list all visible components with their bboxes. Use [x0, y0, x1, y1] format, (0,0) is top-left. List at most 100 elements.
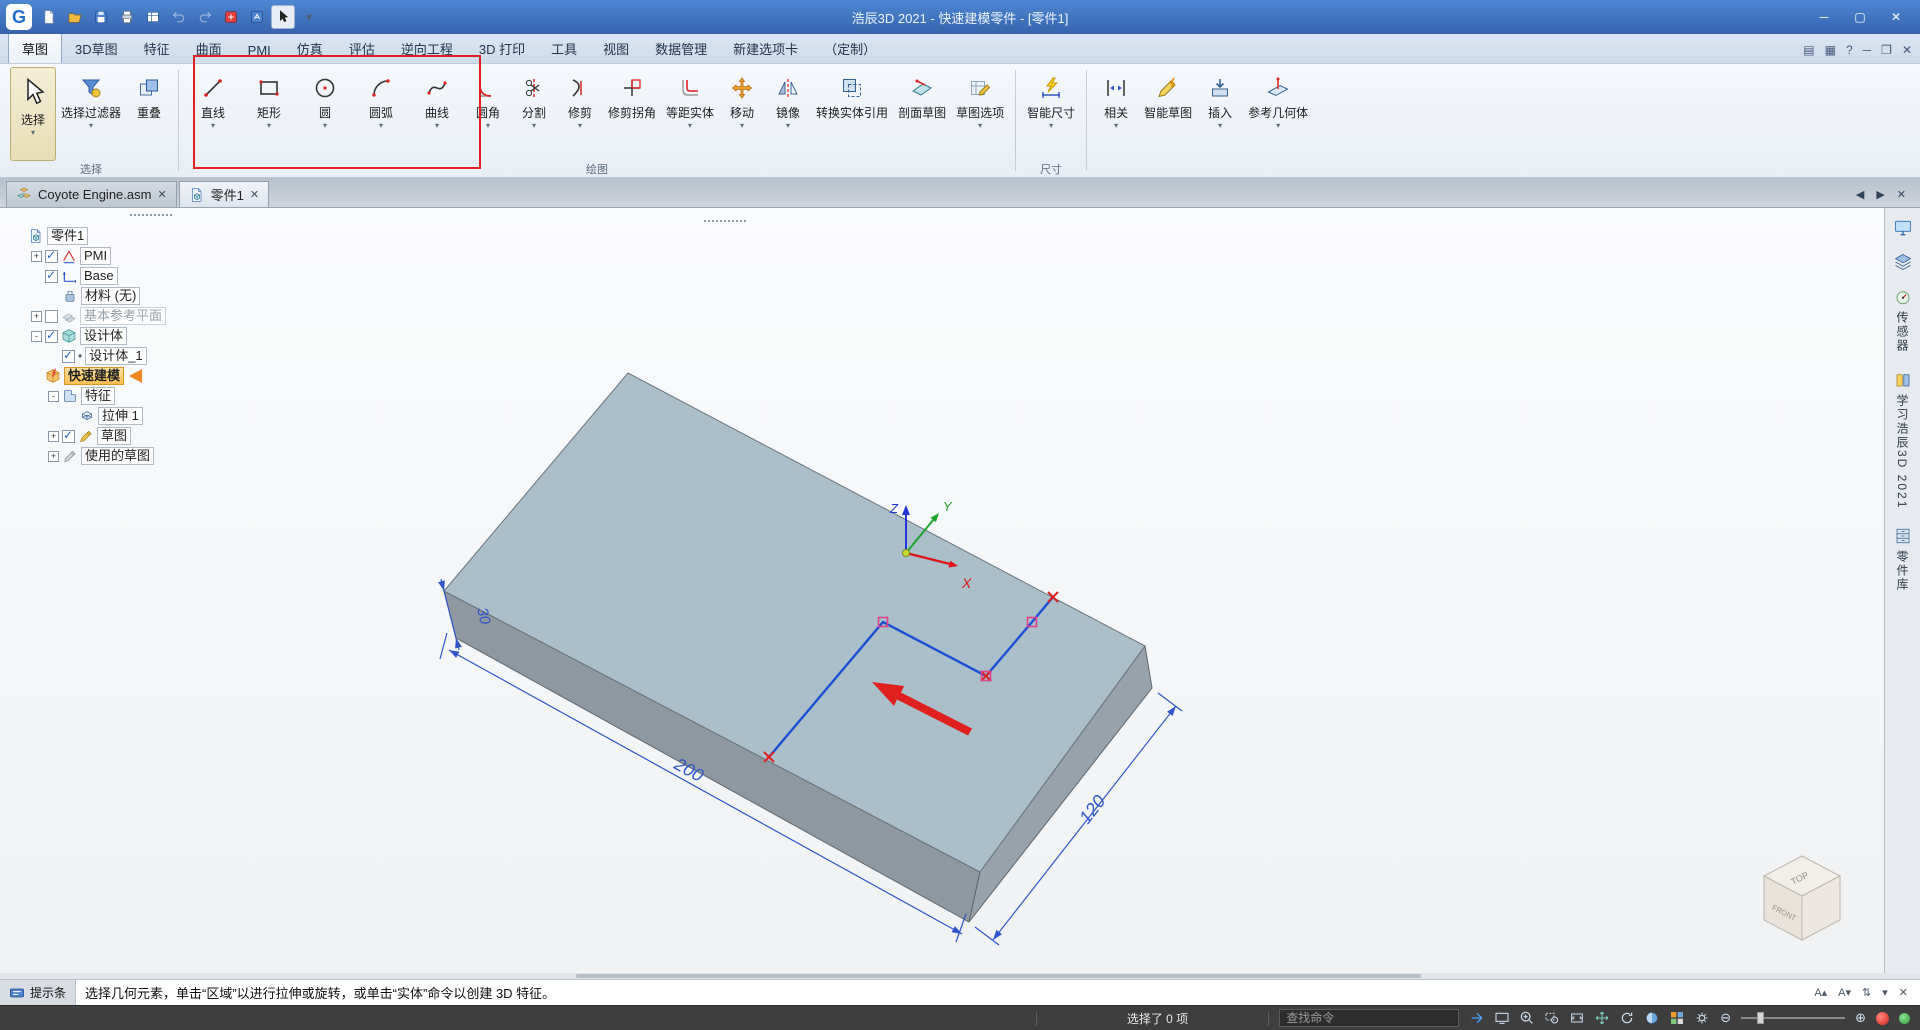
horizontal-scrollbar[interactable] — [0, 973, 1920, 979]
tab-close-icon[interactable]: ✕ — [157, 188, 166, 201]
checkbox[interactable] — [45, 248, 58, 263]
font-increase-icon[interactable]: A▴ — [1814, 986, 1827, 999]
fit-icon[interactable] — [1569, 1010, 1585, 1026]
chevron-down-icon[interactable]: ▾ — [1049, 121, 1053, 132]
chevron-down-icon[interactable]: ▾ — [1276, 121, 1280, 132]
tool-move[interactable]: 移动 ▾ — [719, 67, 765, 161]
zoom-window-icon[interactable] — [1544, 1010, 1560, 1026]
tool-offset[interactable]: 等距实体 ▾ — [661, 67, 719, 161]
document-tab-0[interactable]: Coyote Engine.asm ✕ — [6, 181, 177, 207]
prev-tab-icon[interactable]: ◀ — [1856, 188, 1864, 201]
chevron-down-icon[interactable]: ▾ — [532, 121, 536, 132]
3d-viewport[interactable]: 200 120 30 Z Y X TOP FRONT 零件1 + ✓ PMI ✓… — [0, 208, 1884, 973]
tree-item-6[interactable]: •设计体_1 — [10, 346, 166, 366]
scrollbar-thumb[interactable] — [576, 974, 1421, 978]
checkbox[interactable] — [62, 428, 75, 443]
tool-trim[interactable]: 修剪 ▾ — [557, 67, 603, 161]
tree-item-8[interactable]: - 特征 — [10, 386, 166, 406]
rail-tab-0[interactable]: 传感器 — [1894, 284, 1912, 357]
panel1-icon[interactable]: ▤ — [1803, 43, 1814, 57]
chevron-down-icon[interactable]: ▾ — [1218, 121, 1222, 132]
qat-table-icon[interactable] — [141, 5, 165, 29]
tab-close-icon[interactable]: ✕ — [250, 188, 259, 201]
rail-display-icon[interactable] — [1891, 216, 1915, 240]
menu-tab-5[interactable]: 仿真 — [284, 34, 336, 63]
zoom-in-icon[interactable] — [1519, 1010, 1535, 1026]
zoom-in-plus-icon[interactable]: ⊕ — [1855, 1010, 1866, 1026]
zoom-out-icon[interactable]: ⊖ — [1720, 1010, 1731, 1026]
menu-tab-1[interactable]: 3D草图 — [62, 34, 131, 63]
rail-tab-1[interactable]: 学习浩辰3D 2021 — [1894, 367, 1912, 513]
go-icon[interactable] — [1469, 1010, 1485, 1026]
doc-minimize-icon[interactable]: ─ — [1863, 43, 1872, 57]
expander-icon[interactable]: - — [48, 390, 59, 402]
tool-circle[interactable]: 圆 ▾ — [297, 67, 353, 161]
tree-item-9[interactable]: 拉伸 1 — [10, 406, 166, 426]
menu-tab-6[interactable]: 评估 — [336, 34, 388, 63]
rotate-icon[interactable] — [1619, 1010, 1635, 1026]
view-cube[interactable]: TOP FRONT — [1762, 855, 1842, 941]
tool-curve[interactable]: 曲线 ▾ — [409, 67, 465, 161]
expander-icon[interactable]: - — [31, 330, 42, 342]
qat-undo-icon[interactable] — [167, 5, 191, 29]
doc-close-icon[interactable]: ✕ — [1902, 43, 1912, 57]
qat-redo-icon[interactable] — [193, 5, 217, 29]
rail-tab-2[interactable]: 零件库 — [1894, 523, 1912, 596]
chevron-down-icon[interactable]: ▾ — [211, 121, 215, 132]
checkbox[interactable] — [45, 309, 58, 323]
chevron-down-icon[interactable]: ▾ — [89, 121, 93, 132]
tree-item-10[interactable]: + 草图 — [10, 426, 166, 446]
checkbox[interactable] — [62, 348, 75, 363]
shade-icon[interactable] — [1644, 1010, 1660, 1026]
tool-select-filter[interactable]: 选择过滤器 ▾ — [56, 67, 126, 161]
dropdown-icon[interactable]: ▾ — [1882, 986, 1888, 999]
menu-tab-2[interactable]: 特征 — [131, 34, 183, 63]
close-tab-icon[interactable]: ✕ — [1897, 188, 1906, 201]
menu-tab-7[interactable]: 逆向工程 — [388, 34, 466, 63]
font-decrease-icon[interactable]: A▾ — [1838, 986, 1851, 999]
tool-ref-geometry[interactable]: 参考几何体 ▾ — [1243, 67, 1313, 161]
chevron-down-icon[interactable]: ▾ — [688, 121, 692, 132]
expander-icon[interactable]: + — [48, 430, 59, 442]
menu-tab-13[interactable]: （定制） — [811, 34, 889, 63]
menu-tab-8[interactable]: 3D 打印 — [466, 34, 538, 63]
tool-split[interactable]: 分割 ▾ — [511, 67, 557, 161]
qat-open-icon[interactable] — [63, 5, 87, 29]
chevron-down-icon[interactable]: ▾ — [740, 121, 744, 132]
tree-item-1[interactable]: + PMI — [10, 246, 166, 266]
tool-trim-corner[interactable]: 修剪拐角 — [603, 67, 661, 161]
tool-section-sketch[interactable]: 剖面草图 — [893, 67, 951, 161]
qat-qat-dropdown-icon[interactable]: ▾ — [297, 5, 321, 29]
chevron-down-icon[interactable]: ▾ — [379, 121, 383, 132]
tool-arc[interactable]: 圆弧 ▾ — [353, 67, 409, 161]
tree-drag-handle[interactable] — [130, 214, 172, 218]
qat-select-mode-icon[interactable] — [271, 5, 295, 29]
chevron-down-icon[interactable]: ▾ — [978, 121, 982, 132]
tool-mirror[interactable]: 镜像 ▾ — [765, 67, 811, 161]
chevron-down-icon[interactable]: ▾ — [578, 121, 582, 132]
minimize-icon[interactable]: ─ — [1806, 5, 1842, 29]
tree-item-5[interactable]: - 设计体 — [10, 326, 166, 346]
tool-smart-sketch[interactable]: 智能草图 — [1139, 67, 1197, 161]
tool-fillet[interactable]: 圆角 ▾ — [465, 67, 511, 161]
checkbox[interactable] — [45, 268, 58, 283]
doc-restore-icon[interactable]: ❐ — [1881, 43, 1892, 57]
zoom-slider[interactable] — [1741, 1010, 1846, 1026]
menu-tab-0[interactable]: 草图 — [8, 33, 63, 63]
chevron-down-icon[interactable]: ▾ — [1114, 121, 1118, 132]
tool-smart-dimension[interactable]: 智能尺寸 ▾ — [1022, 67, 1080, 161]
maximize-icon[interactable]: ▢ — [1842, 5, 1878, 29]
close-icon[interactable]: ✕ — [1899, 986, 1908, 999]
chevron-down-icon[interactable]: ▾ — [267, 121, 271, 132]
expander-icon[interactable]: + — [31, 310, 42, 322]
help-icon[interactable]: ? — [1846, 43, 1853, 57]
chevron-down-icon[interactable]: ▾ — [786, 121, 790, 132]
tree-item-11[interactable]: + 使用的草图 — [10, 446, 166, 466]
part-solid[interactable] — [443, 372, 1153, 923]
chevron-down-icon[interactable]: ▾ — [435, 121, 439, 132]
close-icon[interactable]: ✕ — [1878, 5, 1914, 29]
screen-icon[interactable] — [1494, 1010, 1510, 1026]
tool-select[interactable]: 选择 ▾ — [10, 67, 56, 161]
styles-icon[interactable] — [1669, 1010, 1685, 1026]
document-tab-1[interactable]: 零件1 ✕ — [178, 181, 270, 207]
